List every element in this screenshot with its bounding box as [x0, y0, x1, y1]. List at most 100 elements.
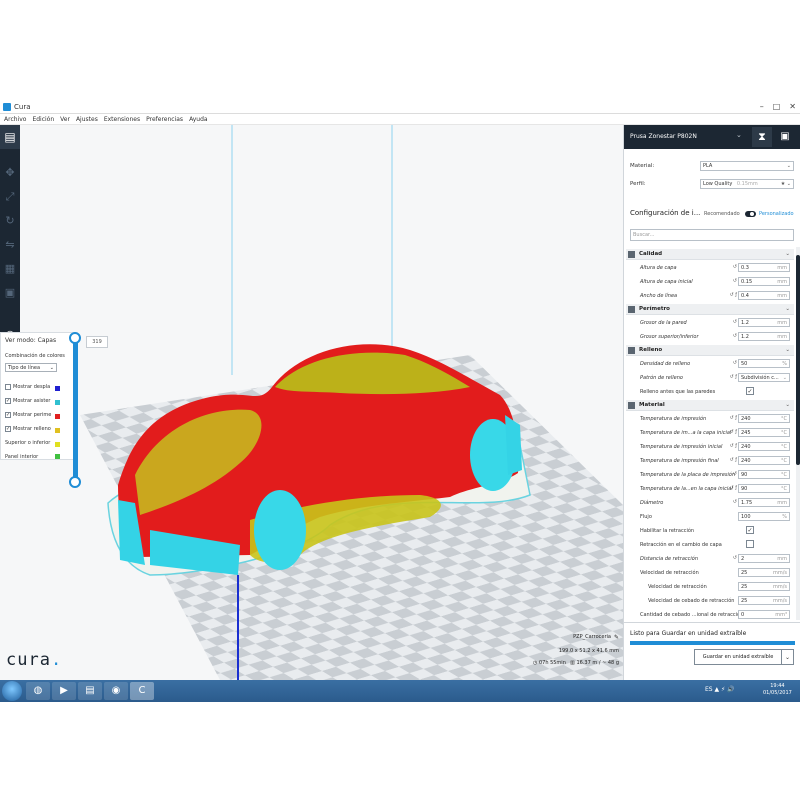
- menu-archivo[interactable]: Archivo: [4, 116, 26, 123]
- setting-input[interactable]: 1.75 mm: [738, 498, 790, 507]
- setting-input[interactable]: 0.15 mm: [738, 277, 790, 286]
- save-options-dropdown[interactable]: ⌄: [782, 649, 794, 665]
- menu-ayuda[interactable]: Ayuda: [189, 116, 208, 123]
- setting-input[interactable]: 240 °C: [738, 442, 790, 451]
- option-helpers-checkbox[interactable]: ✓: [5, 398, 11, 404]
- reset-link-icon[interactable]: ↺ ƒ: [729, 429, 737, 435]
- menu-edicion[interactable]: Edición: [32, 116, 54, 123]
- setting-input[interactable]: 50%: [738, 359, 790, 368]
- per-model-settings-button[interactable]: ▦: [2, 261, 18, 277]
- support-blocker-button[interactable]: ▣: [2, 285, 18, 301]
- setting-input[interactable]: 25 mm/s: [738, 596, 790, 605]
- option-shell[interactable]: ✓ Mostrar perime: [5, 412, 51, 418]
- setting-label: Temperatura de la placa de impresión: [640, 472, 736, 478]
- reset-link-icon[interactable]: ↺ ƒ: [729, 415, 737, 421]
- tab-monitor[interactable]: ▣: [775, 127, 795, 147]
- taskbar-clock[interactable]: 19:44 01/05/2017: [763, 683, 792, 697]
- setting-checkbox[interactable]: [746, 540, 754, 548]
- pencil-icon[interactable]: ✎: [614, 634, 619, 641]
- setting-input[interactable]: 240 °C: [738, 456, 790, 465]
- media-player-taskbar-icon[interactable]: ▶: [52, 682, 76, 700]
- setting-input[interactable]: 240 °C: [738, 414, 790, 423]
- category-perimetro[interactable]: Perímetro ⌄: [626, 304, 794, 315]
- menu-preferencias[interactable]: Preferencias: [146, 116, 183, 123]
- setting-input[interactable]: 25 mm/s: [738, 568, 790, 577]
- left-toolbar: ▤ ✥ ⤢ ↻ ⇋ ▦ ▣ ◉: [0, 125, 20, 348]
- reset-icon[interactable]: ↺: [733, 471, 737, 477]
- mode-custom[interactable]: Personalizado: [759, 211, 794, 217]
- system-tray[interactable]: ES ▲ ⚡ 🔊: [705, 686, 735, 693]
- setting-input[interactable]: 1.2 mm: [738, 318, 790, 327]
- setting-checkbox[interactable]: ✓: [746, 526, 754, 534]
- setting-input[interactable]: 1.2 mm: [738, 332, 790, 341]
- cura-taskbar-icon[interactable]: C: [130, 682, 154, 700]
- option-travel[interactable]: Mostrar despla: [5, 384, 50, 390]
- explorer-taskbar-icon[interactable]: ▤: [78, 682, 102, 700]
- color-scheme-select[interactable]: Tipo de línea ⌄: [5, 363, 57, 372]
- scale-tool-button[interactable]: ⤢: [2, 189, 18, 205]
- reset-icon[interactable]: ↺: [733, 319, 737, 325]
- menu-extensiones[interactable]: Extensiones: [104, 116, 140, 123]
- category-relleno[interactable]: Relleno ⌄: [626, 345, 794, 356]
- category-calidad[interactable]: Calidad ⌄: [626, 249, 794, 260]
- category-material[interactable]: Material ⌄: [626, 400, 794, 411]
- reset-icon[interactable]: ↺: [733, 499, 737, 505]
- chrome-taskbar-icon[interactable]: ◍: [26, 682, 50, 700]
- setting-input[interactable]: 245 °C: [738, 428, 790, 437]
- layer-slider-top-handle[interactable]: [69, 332, 81, 344]
- open-file-button[interactable]: ▤: [0, 125, 20, 149]
- setting-checkbox[interactable]: ✓: [746, 387, 754, 395]
- chevron-down-icon[interactable]: ⌄: [736, 131, 742, 139]
- reset-icon[interactable]: ↺: [733, 360, 737, 366]
- tab-prepare[interactable]: ⧗: [752, 127, 772, 147]
- menu-ver[interactable]: Ver: [60, 116, 70, 123]
- setting-input[interactable]: 25 mm/s: [738, 582, 790, 591]
- option-travel-checkbox[interactable]: [5, 384, 11, 390]
- menu-ajustes[interactable]: Ajustes: [76, 116, 98, 123]
- setting-input[interactable]: 0 mm³: [738, 610, 790, 619]
- reset-link-icon[interactable]: ↺ ƒ: [729, 443, 737, 449]
- layer-slider-track[interactable]: [73, 340, 78, 480]
- printer-selector[interactable]: Prusa Zonestar P802N: [630, 133, 697, 140]
- mode-recommended[interactable]: Recomendado: [704, 211, 740, 217]
- reset-link-icon[interactable]: ↺ ƒ: [729, 292, 737, 298]
- 3d-viewport[interactable]: [0, 125, 623, 680]
- profile-select[interactable]: Low Quality 0.15mm ★ ⌄: [700, 179, 794, 189]
- setting-input[interactable]: 2 mm: [738, 554, 790, 563]
- setting-label: Temperatura de impresión: [640, 416, 707, 422]
- settings-search-input[interactable]: Buscar...: [630, 229, 794, 241]
- option-shell-checkbox[interactable]: ✓: [5, 412, 11, 418]
- reset-icon[interactable]: ↺: [733, 333, 737, 339]
- layer-number-input[interactable]: 319: [86, 336, 108, 348]
- setting-input[interactable]: 0.4 mm: [738, 291, 790, 300]
- setting-input[interactable]: 0.3 mm: [738, 263, 790, 272]
- firefox-taskbar-icon[interactable]: ◉: [104, 682, 128, 700]
- option-infill[interactable]: ✓ Mostrar relleno: [5, 426, 51, 432]
- option-infill-checkbox[interactable]: ✓: [5, 426, 11, 432]
- reset-link-icon[interactable]: ↺ ƒ: [729, 457, 737, 463]
- layer-slider-bottom-handle[interactable]: [69, 476, 81, 488]
- rotate-tool-button[interactable]: ↻: [2, 213, 18, 229]
- minimize-button[interactable]: –: [760, 102, 764, 111]
- setting-label: Relleno antes que las paredes: [640, 389, 716, 395]
- move-tool-button[interactable]: ✥: [2, 165, 18, 181]
- setting-input[interactable]: 90 °C: [738, 484, 790, 493]
- option-helpers[interactable]: ✓ Mostrar asister: [5, 398, 50, 404]
- mirror-tool-button[interactable]: ⇋: [2, 237, 18, 253]
- setting-input[interactable]: 90 °C: [738, 470, 790, 479]
- reset-link-icon[interactable]: ↺ ƒ: [729, 374, 737, 380]
- material-select[interactable]: PLA ⌄: [700, 161, 794, 171]
- setting-input[interactable]: 100%: [738, 512, 790, 521]
- settings-scrollbar-thumb[interactable]: [796, 255, 800, 465]
- close-button[interactable]: ✕: [789, 102, 796, 111]
- start-button[interactable]: [2, 681, 22, 701]
- save-to-removable-button[interactable]: Guardar en unidad extraíble: [694, 649, 782, 665]
- reset-link-icon[interactable]: ↺ ƒ: [729, 485, 737, 491]
- mode-toggle[interactable]: [745, 211, 756, 217]
- job-name[interactable]: PZP_Carroceria: [573, 634, 611, 640]
- reset-icon[interactable]: ↺: [733, 278, 737, 284]
- setting-select[interactable]: Subdivisión c... ⌄: [738, 373, 790, 382]
- maximize-button[interactable]: □: [773, 102, 781, 111]
- reset-icon[interactable]: ↺: [733, 555, 737, 561]
- reset-icon[interactable]: ↺: [733, 264, 737, 270]
